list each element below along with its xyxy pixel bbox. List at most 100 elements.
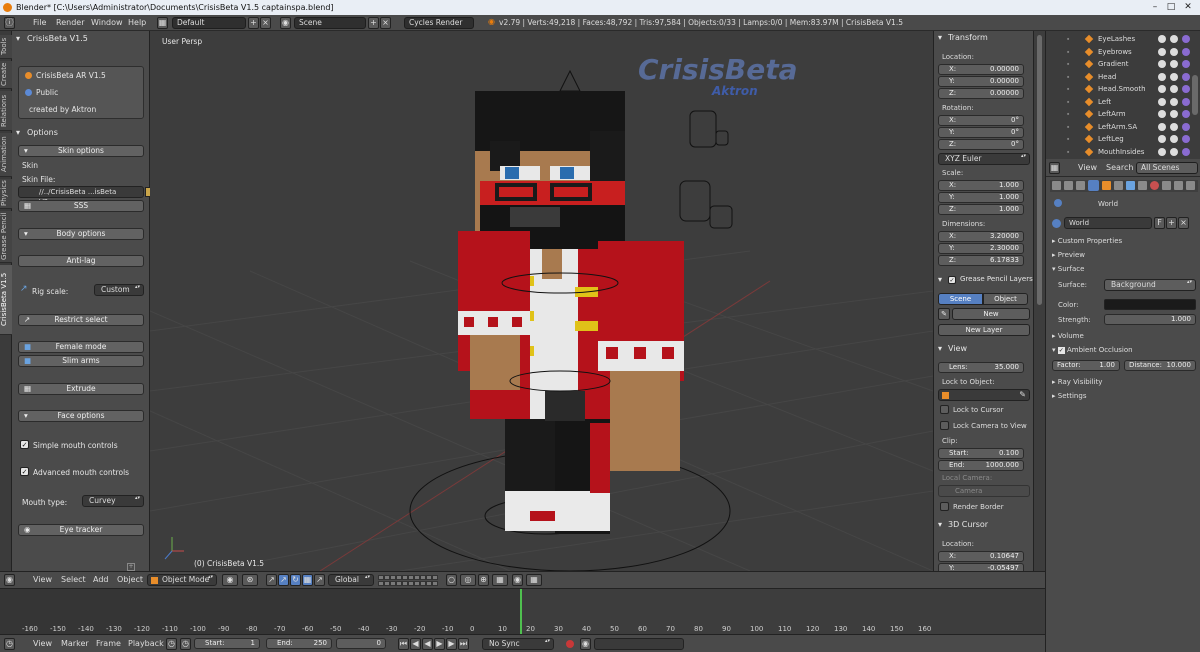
world-add-icon[interactable]: + <box>1166 217 1177 229</box>
simple-mouth-checkbox[interactable]: ✓ <box>20 440 29 449</box>
cursor-icon[interactable] <box>1170 72 1178 81</box>
character-model[interactable] <box>458 91 684 534</box>
clip-start-field[interactable]: Start: 0.100 <box>938 448 1024 459</box>
collapse-arrow-icon[interactable]: ▾ <box>16 34 20 43</box>
lock-layers-icon[interactable]: ○ <box>446 574 457 586</box>
lock-camera-checkbox[interactable] <box>940 421 949 430</box>
menu-view[interactable]: View <box>33 572 52 588</box>
scale-x-field[interactable]: X: 1.000 <box>938 180 1024 191</box>
cursor-icon[interactable] <box>1170 60 1178 68</box>
expand-icon[interactable]: ∙ <box>1066 146 1070 158</box>
maximize-button[interactable]: □ <box>1164 2 1178 13</box>
ray-visibility-section[interactable]: ▸ Ray Visibility <box>1052 378 1102 386</box>
menu-file[interactable]: File <box>33 15 46 31</box>
constraints-tab-icon[interactable] <box>1114 181 1123 190</box>
tab-physics[interactable]: Physics <box>0 179 12 209</box>
location-x-field[interactable]: X: 0.00000 <box>938 64 1024 75</box>
sync-mode-select[interactable]: No Sync <box>482 638 554 650</box>
gp-new-layer-button[interactable]: New Layer <box>938 324 1030 336</box>
camera-icon[interactable] <box>1182 97 1190 106</box>
tl-menu-playback[interactable]: Playback <box>128 636 164 652</box>
rotate-icon[interactable]: ↻ <box>290 574 301 586</box>
dimension-x-field[interactable]: X: 3.20000 <box>938 231 1024 242</box>
cursor-icon[interactable] <box>1170 35 1178 43</box>
tl-menu-view[interactable]: View <box>33 636 52 652</box>
tl-menu-frame[interactable]: Frame <box>96 636 121 652</box>
scale-icon[interactable]: ▦ <box>302 574 313 586</box>
local-camera-field[interactable]: Camera <box>938 485 1030 497</box>
scene-tab-icon[interactable] <box>1076 181 1085 190</box>
rotation-x-field[interactable]: X: 0° <box>938 115 1024 126</box>
record-icon[interactable] <box>566 640 574 648</box>
menu-add[interactable]: Add <box>93 572 109 588</box>
end-frame-field[interactable]: End: 250 <box>266 638 332 649</box>
camera-icon[interactable] <box>1182 35 1190 43</box>
play-reverse-icon[interactable]: ◀ <box>422 638 433 650</box>
eye-icon[interactable] <box>1158 110 1166 118</box>
cursor-x-field[interactable]: X: 0.10647 <box>938 551 1024 562</box>
outliner-item[interactable]: ∙ Gradient <box>1046 58 1200 70</box>
menu-window[interactable]: Window <box>91 15 123 31</box>
outliner-item[interactable]: ∙ Head <box>1046 71 1200 83</box>
tl-menu-marker[interactable]: Marker <box>61 636 89 652</box>
timeline[interactable]: -160 -150 -140 -130 -120 -110 -100 -90 -80 -70 -60… <box>0 588 1045 635</box>
world-tab-icon[interactable] <box>1088 180 1099 191</box>
slim-arms-button[interactable]: ■ Slim arms <box>18 355 144 367</box>
preview-section[interactable]: ▸ Preview <box>1052 251 1085 259</box>
clip-end-field[interactable]: End: 1000.000 <box>938 460 1024 471</box>
eye-icon[interactable] <box>1158 122 1166 131</box>
all-scenes-select[interactable]: All Scenes <box>1136 162 1198 174</box>
world-datablock-icon[interactable] <box>1052 219 1061 228</box>
lock-cursor-checkbox[interactable] <box>940 405 949 414</box>
outliner-item[interactable]: ∙ EyeLashes <box>1046 33 1200 45</box>
editor-type-icon[interactable]: ◉ <box>4 574 15 586</box>
orientation-select[interactable]: Global <box>328 574 374 586</box>
panel-resize-icon[interactable]: + <box>127 563 135 571</box>
scale-z-field[interactable]: Z: 1.000 <box>938 204 1024 215</box>
preview-range-icon[interactable]: ◷ <box>166 638 177 650</box>
expand-icon[interactable]: ∙ <box>1066 121 1070 133</box>
tab-crisisbeta[interactable]: CrisisBeta V1.5 <box>0 265 12 335</box>
data-tab-icon[interactable] <box>1138 181 1147 190</box>
eye-icon[interactable] <box>1158 85 1166 93</box>
body-options-button[interactable]: ▾ Body options <box>18 228 144 240</box>
mouth-type-select[interactable]: Curvey <box>82 495 144 507</box>
cursor-icon[interactable] <box>1170 85 1178 93</box>
expand-icon[interactable]: ∙ <box>1066 133 1070 145</box>
eye-icon[interactable] <box>1158 147 1166 156</box>
rotation-mode-select[interactable]: XYZ Euler <box>938 153 1030 165</box>
menu-help[interactable]: Help <box>128 15 146 31</box>
start-frame-field[interactable]: Start: 1 <box>194 638 260 649</box>
eye-icon[interactable] <box>1158 97 1166 106</box>
editor-type-icon[interactable]: ◷ <box>4 638 15 650</box>
pivot-icon[interactable]: ⊛ <box>242 574 258 586</box>
outliner-item[interactable]: ∙ LeftArm <box>1046 108 1200 120</box>
ao-checkbox[interactable]: ✓ <box>1057 347 1065 354</box>
eye-icon[interactable] <box>1158 47 1166 56</box>
expand-icon[interactable]: ∙ <box>1066 46 1070 58</box>
expand-icon[interactable]: ∙ <box>1066 83 1070 95</box>
cursor-icon[interactable] <box>1170 47 1178 56</box>
tab-tools[interactable]: Tools <box>0 35 12 59</box>
tab-animation[interactable]: Animation <box>0 133 12 177</box>
world-unlink-icon[interactable]: × <box>1178 217 1189 229</box>
render-preview-icon[interactable]: ◉ <box>512 574 523 586</box>
eyedropper-icon[interactable]: ✎ <box>1019 390 1026 399</box>
cursor-icon[interactable] <box>1170 147 1178 156</box>
color-swatch[interactable] <box>1104 299 1196 310</box>
outliner-item[interactable]: ∙ Eyebrows <box>1046 46 1200 58</box>
fake-user-button[interactable]: F <box>1154 217 1165 229</box>
lens-field[interactable]: Lens: 35.000 <box>938 362 1024 373</box>
texture-tab-icon[interactable] <box>1162 181 1171 190</box>
outliner-scrollbar[interactable] <box>1192 75 1198 115</box>
pencil-icon[interactable]: ✎ <box>938 308 950 320</box>
jump-end-icon[interactable]: ⏭ <box>458 638 469 650</box>
outliner-item[interactable]: ∙ Left <box>1046 96 1200 108</box>
dimension-y-field[interactable]: Y: 2.30000 <box>938 243 1024 254</box>
expand-icon[interactable]: ∙ <box>1066 71 1070 83</box>
props-view-menu[interactable]: View <box>1078 161 1097 175</box>
camera-icon[interactable] <box>1182 60 1190 68</box>
camera-icon[interactable] <box>1182 122 1190 131</box>
settings-section[interactable]: ▸ Settings <box>1052 392 1086 400</box>
render-engine-select[interactable]: Cycles Render <box>404 17 474 29</box>
